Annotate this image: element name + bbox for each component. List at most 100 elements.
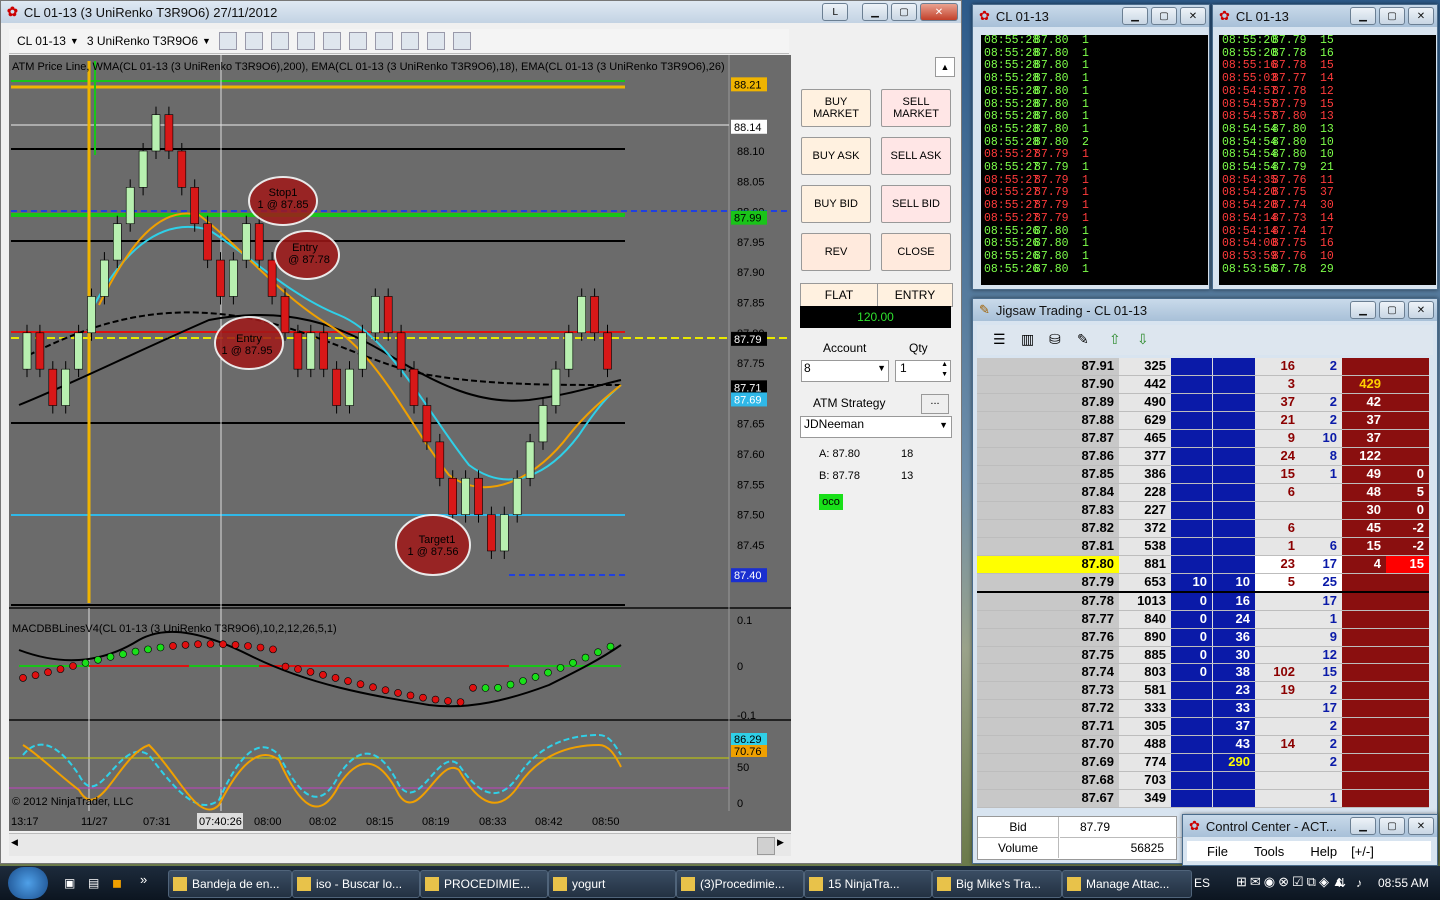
candle-down[interactable] xyxy=(216,259,225,297)
candle-up[interactable] xyxy=(100,259,109,297)
clear-icon[interactable]: ✎ xyxy=(1077,331,1089,348)
ts1-maximize-button[interactable]: ▢ xyxy=(1151,7,1177,25)
buy-ask-button[interactable]: BUY ASK xyxy=(801,137,871,175)
properties-icon[interactable] xyxy=(452,32,471,50)
link-button[interactable]: L xyxy=(822,3,848,21)
quick-launch-outlook-icon[interactable]: ◼ xyxy=(112,876,122,890)
ladder-row[interactable]: 87.80 881 23 17 4 15 xyxy=(977,555,1429,574)
sell-bid-button[interactable]: SELL BID xyxy=(881,185,951,223)
qty-down-icon[interactable]: ▼ xyxy=(941,371,948,378)
candle-up[interactable] xyxy=(87,296,96,334)
chart-trader-icon[interactable] xyxy=(374,32,393,50)
sell-market-button[interactable]: SELL MARKET xyxy=(881,89,951,127)
cc-minimize-button[interactable]: ▁ xyxy=(1350,817,1376,835)
taskbar-button[interactable]: Manage Attac... xyxy=(1062,870,1192,898)
candle-up[interactable] xyxy=(512,477,522,515)
candle-down[interactable] xyxy=(409,368,419,406)
account-select[interactable]: 8 ▼ xyxy=(801,360,889,382)
quick-launch-show-desktop-icon[interactable]: ▣ xyxy=(64,876,75,890)
ladder-row[interactable]: 87.81 538 1 6 15 -2 xyxy=(977,537,1429,556)
entry-order-marker-2[interactable]: Entry 1 @ 87.95 xyxy=(214,316,284,370)
ladder-row[interactable]: 87.69 774 290 2 xyxy=(977,754,1429,773)
instrument-dropdown-icon[interactable]: ▼ xyxy=(70,36,79,46)
candle-up[interactable] xyxy=(499,514,509,552)
drawing-tool-icon[interactable] xyxy=(244,32,263,50)
qty-up-icon[interactable]: ▲ xyxy=(941,361,948,368)
target-order-marker[interactable]: Target1 1 @ 87.56 xyxy=(395,514,471,576)
ladder-row[interactable]: 87.89 490 37 2 42 xyxy=(977,393,1429,412)
collapse-up-icon[interactable]: ▲ xyxy=(935,57,955,77)
jigsaw-maximize-button[interactable]: ▢ xyxy=(1379,301,1405,319)
taskbar-button[interactable]: Big Mike's Tra... xyxy=(932,870,1062,898)
candle-down[interactable] xyxy=(603,332,612,370)
candle-down[interactable] xyxy=(422,405,432,443)
atm-dropdown-icon[interactable]: ▼ xyxy=(939,420,948,430)
taskbar-button[interactable]: yogurt xyxy=(548,870,676,898)
candle-down[interactable] xyxy=(177,150,187,188)
candle-down[interactable] xyxy=(487,514,496,552)
maximize-button[interactable]: ▢ xyxy=(891,3,917,21)
candle-down[interactable] xyxy=(190,187,199,225)
jigsaw-minimize-button[interactable]: ▁ xyxy=(1350,301,1376,319)
jigsaw-close-button[interactable]: ✕ xyxy=(1408,301,1434,319)
reset-icon[interactable]: ⛁ xyxy=(1049,331,1061,348)
atm-strategy-options-button[interactable]: ... xyxy=(921,394,949,414)
qty-spinner[interactable]: 1 ▲ ▼ xyxy=(895,360,951,382)
candle-down[interactable] xyxy=(48,368,58,406)
candle-up[interactable] xyxy=(151,114,161,152)
horizontal-scrollbar[interactable]: ◀ ▶ xyxy=(9,833,791,856)
candle-down[interactable] xyxy=(203,223,212,261)
ts2-trade-list[interactable]: 08:55:20 87.79 15 08:55:20 87.78 16 08:55:16 87… xyxy=(1219,34,1436,285)
columns-icon[interactable]: ▥ xyxy=(1021,331,1034,348)
ladder-row[interactable]: 87.86 377 24 8 122 xyxy=(977,447,1429,466)
candle-down[interactable] xyxy=(332,368,341,406)
taskbar-button[interactable]: Bandeja de en... xyxy=(168,870,292,898)
candle-up[interactable] xyxy=(577,296,587,334)
candle-up[interactable] xyxy=(229,259,238,297)
candle-down[interactable] xyxy=(280,296,290,334)
taskbar-button[interactable]: 15 NinjaTra... xyxy=(804,870,932,898)
ts2-maximize-button[interactable]: ▢ xyxy=(1379,7,1405,25)
candle-down[interactable] xyxy=(254,223,264,261)
candle-down[interactable] xyxy=(435,441,445,479)
reverse-button[interactable]: REV xyxy=(801,233,871,271)
ts2-close-button[interactable]: ✕ xyxy=(1408,7,1434,25)
recenter-icon[interactable]: ⇩ xyxy=(1137,331,1149,348)
scroll-thumb[interactable] xyxy=(757,837,775,855)
cc-close-button[interactable]: ✕ xyxy=(1408,817,1434,835)
buy-bid-button[interactable]: BUY BID xyxy=(801,185,871,223)
ladder-row[interactable]: 87.68 703 xyxy=(977,772,1429,791)
period-selector[interactable]: 3 UniRenko T3R9O6 xyxy=(87,34,198,48)
bar-type-icon[interactable] xyxy=(218,32,237,50)
candle-down[interactable] xyxy=(293,332,303,370)
scroll-right-icon[interactable]: ▶ xyxy=(777,837,789,851)
ladder-row[interactable]: 87.78 1013 0 16 17 xyxy=(977,592,1429,611)
candle-up[interactable] xyxy=(61,368,71,406)
candle-up[interactable] xyxy=(113,223,122,261)
candle-down[interactable] xyxy=(164,114,174,152)
candle-up[interactable] xyxy=(461,477,470,515)
ts1-minimize-button[interactable]: ▁ xyxy=(1122,7,1148,25)
candle-down[interactable] xyxy=(448,477,458,515)
ts1-close-button[interactable]: ✕ xyxy=(1180,7,1206,25)
ladder-row[interactable]: 87.73 581 23 19 2 xyxy=(977,682,1429,701)
volume-icon[interactable]: ♪ xyxy=(1356,876,1362,890)
price-ladder[interactable]: 87.91 325 16 2 87.90 442 3 429 87.89 490 37 2 42 87.8… xyxy=(977,358,1429,808)
period-dropdown-icon[interactable]: ▼ xyxy=(202,36,211,46)
menu-expand[interactable]: [+/-] xyxy=(1351,844,1374,859)
language-indicator[interactable]: ES xyxy=(1194,876,1210,890)
ladder-row[interactable]: 87.67 349 1 xyxy=(977,790,1429,808)
center-icon[interactable]: ⇧ xyxy=(1109,331,1121,348)
menu-help[interactable]: Help xyxy=(1310,844,1337,859)
close-button[interactable]: ✕ xyxy=(920,3,958,21)
candle-up[interactable] xyxy=(538,405,548,443)
ladder-row[interactable]: 87.90 442 3 429 xyxy=(977,375,1429,394)
candle-up[interactable] xyxy=(242,223,251,261)
buy-market-button[interactable]: BUY MARKET xyxy=(801,89,871,127)
candle-up[interactable] xyxy=(525,441,535,479)
ladder-row[interactable]: 87.88 629 21 2 37 xyxy=(977,411,1429,430)
candle-up[interactable] xyxy=(138,150,148,188)
strategies-icon[interactable] xyxy=(426,32,445,50)
zoom-in-icon[interactable] xyxy=(270,32,289,50)
candle-down[interactable] xyxy=(396,332,406,370)
